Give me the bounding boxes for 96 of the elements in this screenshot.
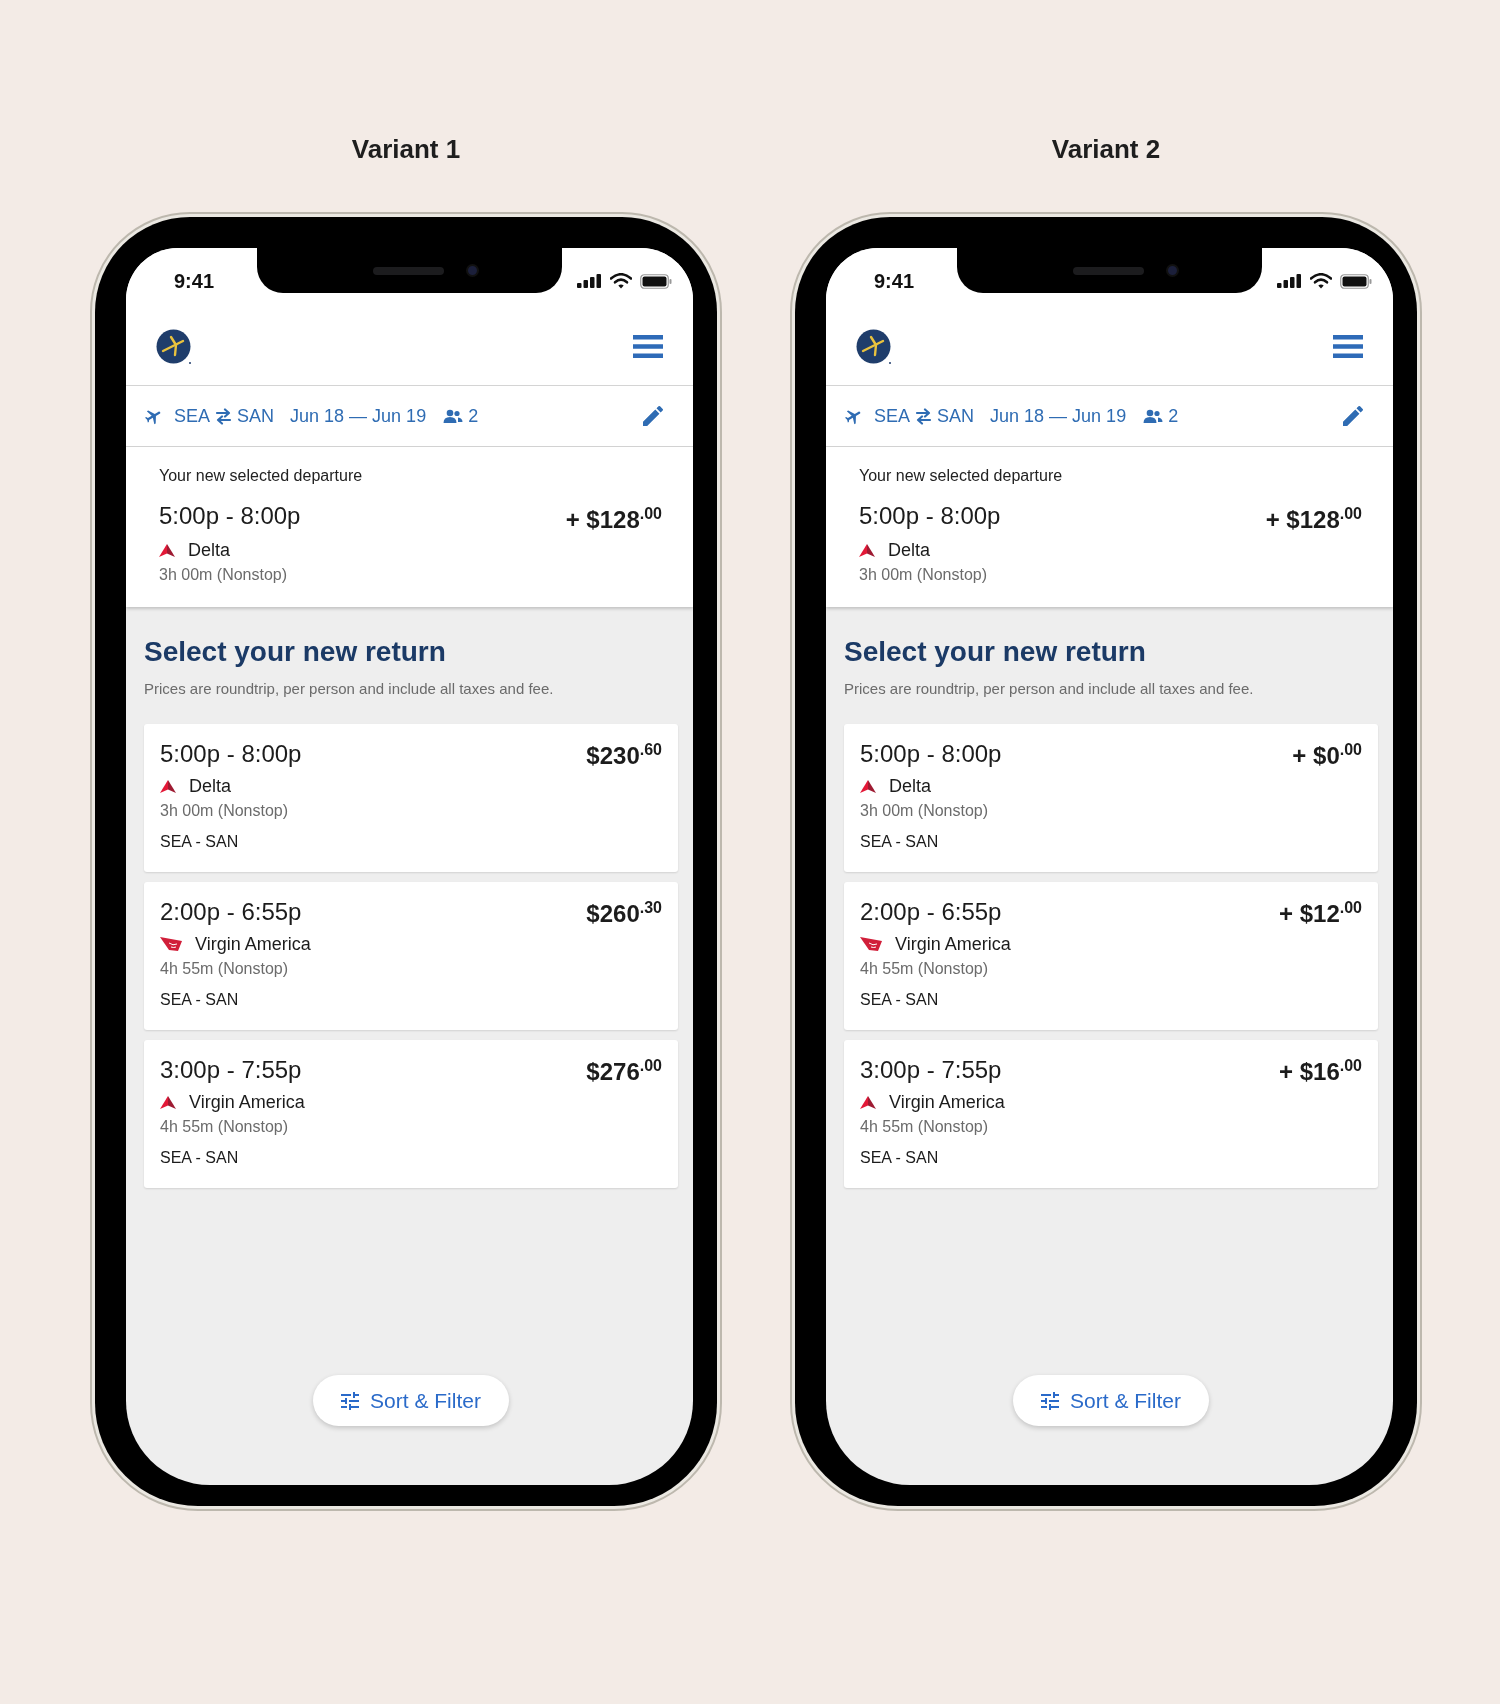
airline-name: Virgin America	[189, 1091, 305, 1114]
flight-card[interactable]: 5:00p - 8:00p $230$^{.60}$ Delta 3h 00m (Nonstop) SEA - SAN	[144, 724, 678, 872]
people-icon	[1143, 409, 1164, 423]
triangle-logo-icon	[860, 1095, 876, 1109]
camera-icon	[466, 264, 479, 277]
flight-route: SEA - SAN	[160, 832, 240, 852]
origin-code: SEA	[874, 405, 911, 427]
search-summary-bar[interactable]: SEA SAN Jun 18 — Jun 19 2	[126, 386, 693, 447]
wing-logo-icon	[860, 937, 882, 951]
wing-logo-icon	[160, 937, 182, 951]
flight-duration: 4h 55m (Nonstop)	[860, 959, 990, 979]
airline-name: Virgin America	[195, 933, 311, 956]
flight-card[interactable]: 5:00p - 8:00p + $0$^{.00}$ Delta 3h 00m (Nonstop) SEA - SAN	[844, 724, 1378, 872]
airline-name: Virgin America	[895, 933, 1011, 956]
triangle-logo-icon	[160, 1095, 176, 1109]
flight-card[interactable]: 2:00p - 6:55p + $12$^{.00}$ Virgin America 4h 55m (Nonstop) SEA - SAN	[844, 882, 1378, 1030]
flight-price: + $128$^{.00}$	[565, 505, 662, 535]
triangle-logo-icon	[859, 543, 875, 557]
trip-dates: Jun 18 — Jun 19	[290, 405, 427, 427]
flight-card[interactable]: 3:00p - 7:55p + $16$^{.00}$ Virgin America 4h 55m (Nonstop) SEA - SAN	[844, 1040, 1378, 1188]
flight-times: 2:00p - 6:55p	[160, 897, 302, 927]
swap-arrows-icon	[215, 407, 233, 425]
flight-route: SEA - SAN	[860, 1148, 940, 1168]
battery-icon	[1340, 273, 1372, 289]
wifi-icon	[610, 273, 632, 289]
pencil-icon[interactable]	[1343, 406, 1363, 426]
flight-duration: 3h 00m (Nonstop)	[859, 565, 989, 585]
airline-name: Delta	[188, 539, 231, 562]
flight-price: + $128$^{.00}$	[1265, 505, 1362, 535]
traveler-count: 2	[468, 405, 479, 427]
swap-arrows-icon	[915, 407, 933, 425]
flight-price: + $0$^{.00}$	[1292, 741, 1362, 771]
triangle-logo-icon	[860, 779, 876, 793]
flight-price: + $12$^{.00}$	[1279, 899, 1362, 929]
speaker-grille-icon	[373, 266, 444, 275]
flight-duration: 4h 55m (Nonstop)	[160, 1117, 290, 1137]
trip-dates: Jun 18 — Jun 19	[990, 405, 1127, 427]
triangle-logo-icon	[160, 779, 176, 793]
flight-times: 2:00p - 6:55p	[860, 897, 1002, 927]
flight-duration: 4h 55m (Nonstop)	[160, 959, 290, 979]
flight-card[interactable]: 3:00p - 7:55p $276$^{.00}$ Virgin America 4h 55m (Nonstop) SEA - SAN	[144, 1040, 678, 1188]
signal-icon	[577, 274, 602, 288]
section-heading: Select your new return	[144, 635, 447, 669]
flight-times: 3:00p - 7:55p	[860, 1055, 1002, 1085]
wifi-icon	[1310, 273, 1332, 289]
flight-route: SEA - SAN	[860, 832, 940, 852]
flight-route: SEA - SAN	[160, 990, 240, 1010]
sliders-icon	[341, 1391, 360, 1410]
menu-icon[interactable]	[1333, 335, 1363, 358]
destination-code: SAN	[937, 405, 975, 427]
flight-price: + $16$^{.00}$	[1279, 1057, 1362, 1087]
menu-icon[interactable]	[633, 335, 663, 358]
flight-card[interactable]: 2:00p - 6:55p $260$^{.30}$ Virgin America 4h 55m (Nonstop) SEA - SAN	[144, 882, 678, 1030]
flight-times: 5:00p - 8:00p	[159, 501, 301, 531]
flight-price: $276$^{.00}$	[586, 1057, 662, 1087]
status-time: 9:41	[174, 269, 215, 293]
signal-icon	[1277, 274, 1302, 288]
flight-duration: 3h 00m (Nonstop)	[160, 801, 290, 821]
flight-times: 3:00p - 7:55p	[160, 1055, 302, 1085]
price-note: Prices are roundtrip, per person and include all taxes and fee.	[144, 679, 555, 699]
pencil-icon[interactable]	[643, 406, 663, 426]
camera-icon	[1166, 264, 1179, 277]
speaker-grille-icon	[1073, 266, 1144, 275]
status-time: 9:41	[874, 269, 915, 293]
departure-label: Your new selected departure	[859, 466, 1064, 486]
traveler-count: 2	[1168, 405, 1179, 427]
sort-filter-button[interactable]: Sort & Filter	[1013, 1375, 1209, 1426]
triangle-logo-icon	[159, 543, 175, 557]
price-note: Prices are roundtrip, per person and include all taxes and fee.	[844, 679, 1255, 699]
flight-price: $230$^{.60}$	[586, 741, 662, 771]
variant-title: Variant 1	[351, 133, 461, 165]
airline-name: Delta	[189, 775, 232, 798]
airline-name: Virgin America	[889, 1091, 1005, 1114]
people-icon	[443, 409, 464, 423]
departure-label: Your new selected departure	[159, 466, 364, 486]
flight-price: $260$^{.30}$	[586, 899, 662, 929]
logo-icon[interactable]	[156, 328, 192, 365]
battery-icon	[640, 273, 672, 289]
flight-times: 5:00p - 8:00p	[160, 739, 302, 769]
section-heading: Select your new return	[844, 635, 1147, 669]
flight-duration: 3h 00m (Nonstop)	[159, 565, 289, 585]
flight-duration: 3h 00m (Nonstop)	[860, 801, 990, 821]
variant-title: Variant 2	[1051, 133, 1161, 165]
airline-name: Delta	[888, 539, 931, 562]
search-summary-bar[interactable]: SEA SAN Jun 18 — Jun 19 2	[826, 386, 1393, 447]
flight-route: SEA - SAN	[160, 1148, 240, 1168]
destination-code: SAN	[237, 405, 275, 427]
flight-route: SEA - SAN	[860, 990, 940, 1010]
airline-name: Delta	[889, 775, 932, 798]
logo-icon[interactable]	[856, 328, 892, 365]
flight-duration: 4h 55m (Nonstop)	[860, 1117, 990, 1137]
flight-times: 5:00p - 8:00p	[859, 501, 1001, 531]
flight-times: 5:00p - 8:00p	[860, 739, 1002, 769]
sort-filter-button[interactable]: Sort & Filter	[313, 1375, 509, 1426]
origin-code: SEA	[174, 405, 211, 427]
sliders-icon	[1041, 1391, 1060, 1410]
